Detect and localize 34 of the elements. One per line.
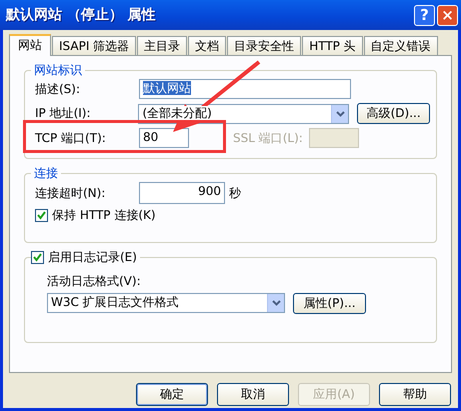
tab[interactable]: HTTP 头 — [302, 36, 363, 55]
checkbox[interactable] — [31, 251, 44, 264]
description-field[interactable]: 默认网站 — [139, 79, 351, 99]
help-button[interactable]: ? — [414, 4, 435, 26]
tab[interactable]: 文档 — [188, 36, 226, 55]
port-field[interactable] — [308, 128, 359, 148]
field-label: 活动日志格式(V): — [47, 274, 142, 289]
dropdown[interactable]: (全部未分配) — [138, 104, 350, 124]
tab[interactable]: ISAPI 筛选器 — [52, 36, 136, 55]
group-title: 网站标识 — [31, 63, 85, 78]
checkbox[interactable] — [35, 208, 48, 222]
group-title: 连接 — [31, 166, 61, 180]
checkbox-label: 保持 HTTP 连接(K) — [52, 208, 156, 222]
tab[interactable]: 网站 — [9, 34, 51, 56]
dialog-button[interactable]: 确定 — [136, 383, 208, 406]
tab[interactable]: 目录安全性 — [227, 36, 302, 55]
dialog-button[interactable]: 取消 — [217, 383, 289, 406]
close-button[interactable]: × — [437, 4, 458, 26]
port-field[interactable]: 80 — [139, 128, 189, 148]
tab[interactable]: 自定义错误 — [364, 36, 438, 55]
advanced-button[interactable]: 高级(D)... — [357, 103, 430, 124]
field-label: IP 地址(I): — [35, 106, 92, 121]
timeout-field[interactable]: 900 — [139, 182, 225, 204]
field-label: 描述(S): — [35, 82, 82, 96]
dialog-button[interactable]: 帮助 — [379, 383, 451, 406]
field-label: TCP 端口(T): — [35, 130, 107, 146]
dropdown[interactable]: W3C 扩展日志文件格式 — [47, 293, 285, 314]
unit-label: 秒 — [229, 186, 241, 200]
window-title: 默认网站 （停止） 属性 — [6, 6, 157, 24]
tab[interactable]: 主目录 — [137, 36, 188, 55]
properties-button[interactable]: 属性(P)... — [293, 292, 366, 314]
field-label: 连接超时(N): — [35, 186, 106, 200]
checkbox-label: 启用日志记录(E) — [44, 250, 140, 265]
field-label: SSL 端口(L): — [233, 130, 303, 146]
